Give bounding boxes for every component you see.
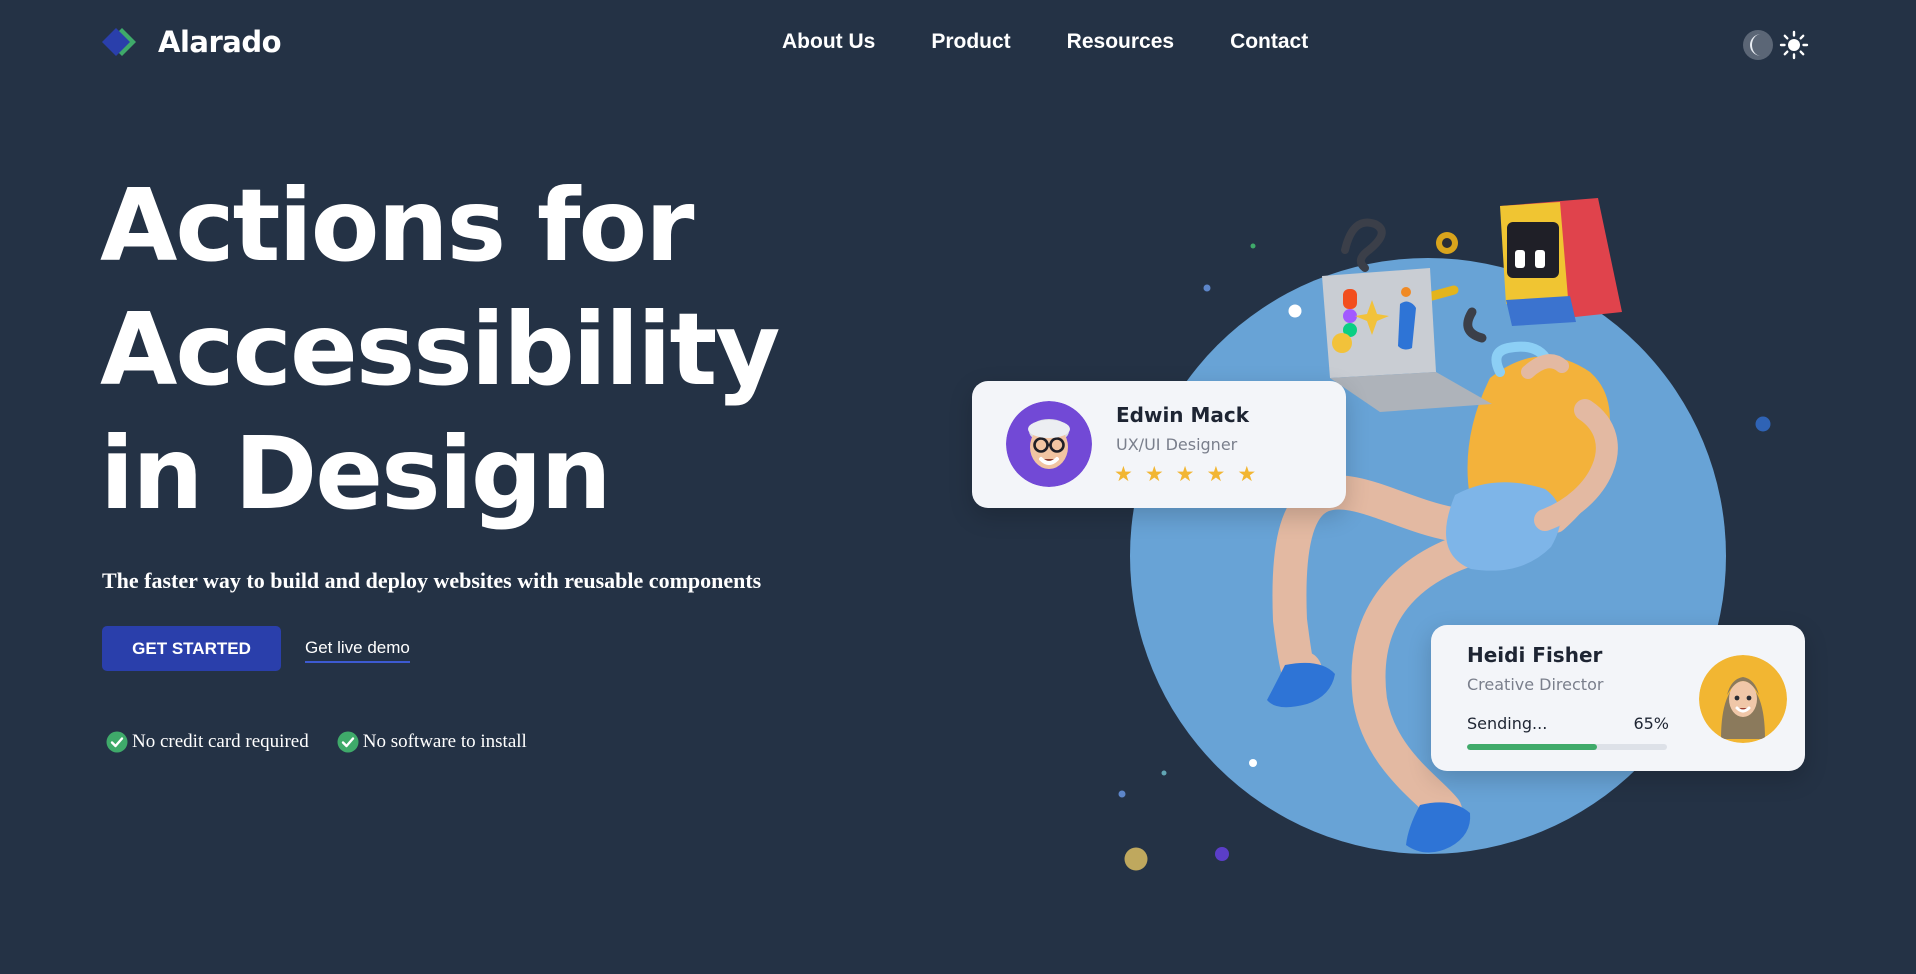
moon-icon[interactable] bbox=[1742, 28, 1774, 62]
main-nav: About Us Product Resources Contact bbox=[782, 30, 1308, 54]
logo-icon bbox=[102, 28, 136, 56]
progress-bar bbox=[1467, 744, 1667, 750]
get-started-button[interactable]: GET STARTED bbox=[102, 626, 281, 671]
profile-card: Edwin Mack UX/UI Designer ★ ★ ★ ★ ★ bbox=[972, 381, 1346, 508]
character-body bbox=[1446, 341, 1610, 571]
headline-line: in Design bbox=[100, 415, 612, 532]
brand-logo[interactable]: Alarado bbox=[102, 24, 282, 60]
progress-percent: 65% bbox=[1633, 714, 1669, 733]
transfer-name: Heidi Fisher bbox=[1467, 643, 1603, 667]
hero-subtitle: The faster way to build and deploy websi… bbox=[102, 568, 762, 593]
star-icon: ★ bbox=[1144, 462, 1164, 486]
floating-shapes bbox=[1341, 218, 1487, 343]
avatar bbox=[1006, 401, 1092, 487]
star-icon: ★ bbox=[1206, 462, 1226, 486]
laptop bbox=[1322, 268, 1492, 412]
shoe bbox=[1406, 802, 1471, 853]
sun-icon[interactable] bbox=[1778, 28, 1810, 62]
profile-name: Edwin Mack bbox=[1116, 403, 1250, 427]
star-icon: ★ bbox=[1175, 462, 1195, 486]
progress-bar-fill bbox=[1467, 744, 1597, 750]
live-demo-link[interactable]: Get live demo bbox=[305, 638, 410, 663]
nav-resources[interactable]: Resources bbox=[1067, 30, 1174, 54]
perk-label: No software to install bbox=[362, 731, 527, 752]
profile-role: UX/UI Designer bbox=[1116, 435, 1238, 454]
perks-list: No credit card required No software to i… bbox=[106, 731, 527, 753]
character-arm bbox=[1534, 399, 1618, 531]
brand-name: Alarado bbox=[158, 25, 282, 59]
check-circle-icon bbox=[337, 731, 359, 753]
star-icon: ★ bbox=[1237, 462, 1257, 486]
nav-about-us[interactable]: About Us bbox=[782, 30, 875, 54]
character-legs bbox=[1272, 397, 1609, 827]
transfer-card: Heidi Fisher Creative Director Sending..… bbox=[1431, 625, 1805, 771]
perk-label: No credit card required bbox=[132, 731, 309, 752]
nav-contact[interactable]: Contact bbox=[1230, 30, 1308, 54]
shoe bbox=[1267, 662, 1335, 708]
landing-page: Alarado About Us Product Resources Conta… bbox=[0, 0, 1916, 974]
hero-headline: Actions for Accessibility in Design bbox=[100, 164, 860, 536]
star-icon: ★ bbox=[1114, 462, 1133, 486]
progress-status: Sending... bbox=[1467, 714, 1548, 733]
headline-line: Accessibility bbox=[100, 291, 781, 408]
background-circle bbox=[1130, 258, 1726, 854]
retro-computer bbox=[1500, 198, 1622, 326]
transfer-role: Creative Director bbox=[1467, 675, 1604, 694]
nav-product[interactable]: Product bbox=[931, 30, 1010, 54]
decorative-dots bbox=[1118, 243, 1771, 871]
perk-item: No software to install bbox=[337, 731, 527, 753]
theme-toggle bbox=[1742, 28, 1810, 62]
avatar bbox=[1699, 655, 1787, 743]
perk-item: No credit card required bbox=[106, 731, 309, 753]
headline-line: Actions for bbox=[100, 167, 695, 284]
check-circle-icon bbox=[106, 731, 128, 753]
rating-stars: ★ ★ ★ ★ ★ bbox=[1114, 463, 1256, 485]
